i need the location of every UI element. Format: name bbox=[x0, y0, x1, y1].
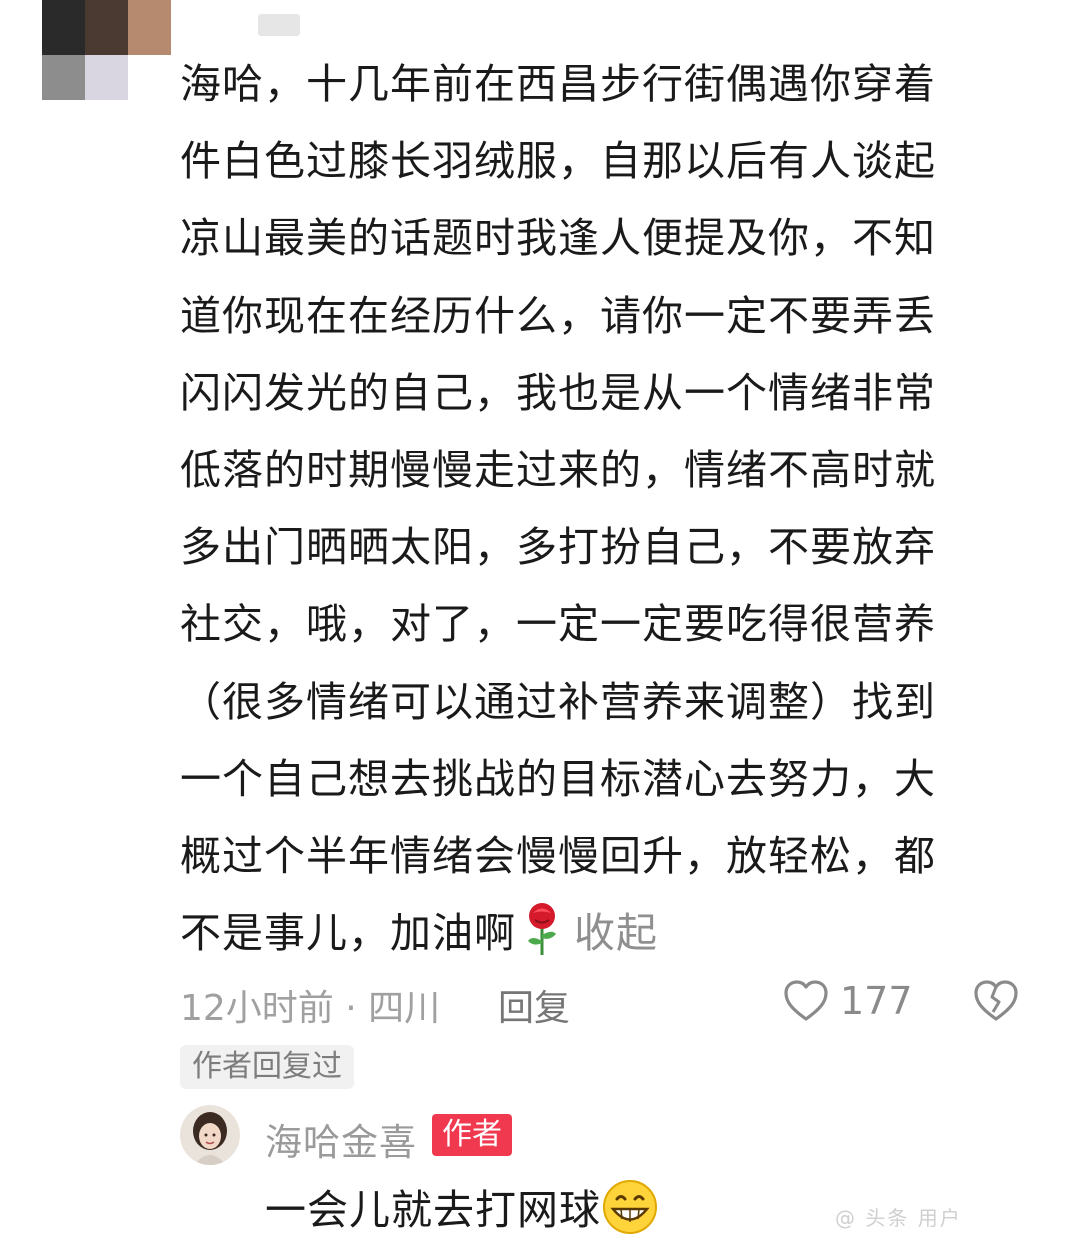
author-tag: 作者 bbox=[432, 1114, 512, 1156]
collapse-link[interactable]: 收起 bbox=[574, 909, 658, 957]
commenter-avatar-mosaic[interactable] bbox=[42, 0, 172, 100]
like-count: 177 bbox=[840, 979, 913, 1023]
reply-text: 一会儿就去打网球 bbox=[265, 1186, 601, 1234]
reply-text-row: 一会儿就去打网球 bbox=[265, 1176, 659, 1236]
broken-heart-icon[interactable] bbox=[972, 978, 1020, 1024]
comment-text: 海哈，十几年前在西昌步行街偶遇你穿着 件白色过膝长羽绒服，自那以后有人谈起 凉山… bbox=[180, 46, 992, 972]
watermark: @ 头条 用户 bbox=[835, 1206, 962, 1230]
reply-username[interactable]: 海哈金喜 bbox=[265, 1112, 417, 1166]
comment-line-text: 不是事儿，加油啊 bbox=[180, 909, 516, 958]
comment-line: 道你现在在经历什么，请你一定不要弄丢 bbox=[180, 291, 936, 340]
comment-line: 概过个半年情绪会慢慢回升，放轻松，都 bbox=[180, 832, 936, 881]
heart-icon[interactable] bbox=[782, 978, 830, 1024]
time-location: 12小时前 · 四川 bbox=[180, 988, 441, 1029]
comment-line: 凉山最美的话题时我逢人便提及你，不知 bbox=[180, 214, 936, 263]
comment-line: （很多情绪可以通过补营养来调整）找到 bbox=[180, 677, 936, 726]
avatar[interactable] bbox=[180, 1105, 240, 1165]
comment-meta-row: 12小时前 · 四川 回复 177 bbox=[180, 975, 1040, 1029]
cropped-element bbox=[258, 14, 300, 36]
comment-line: 闪闪发光的自己，我也是从一个情绪非常 bbox=[180, 368, 936, 417]
comment-line: 海哈，十几年前在西昌步行街偶遇你穿着 bbox=[180, 60, 936, 108]
rose-icon bbox=[522, 901, 562, 957]
comment-last-line: 不是事儿，加油啊 收起 bbox=[180, 895, 992, 972]
comment-line: 低落的时期慢慢走过来的，情绪不高时就 bbox=[180, 446, 936, 495]
comment-line: 社交，哦，对了，一定一定要吃得很营养 bbox=[180, 600, 936, 649]
grin-icon bbox=[601, 1178, 659, 1236]
comment-line: 件白色过膝长羽绒服，自那以后有人谈起 bbox=[180, 137, 936, 186]
reply-button[interactable]: 回复 bbox=[498, 979, 570, 1031]
comment-line: 一个自己想去挑战的目标潜心去努力，大 bbox=[180, 754, 936, 803]
comment-line: 多出门晒晒太阳，多打扮自己，不要放弃 bbox=[180, 523, 936, 572]
author-replied-badge[interactable]: 作者回复过 bbox=[180, 1045, 354, 1089]
